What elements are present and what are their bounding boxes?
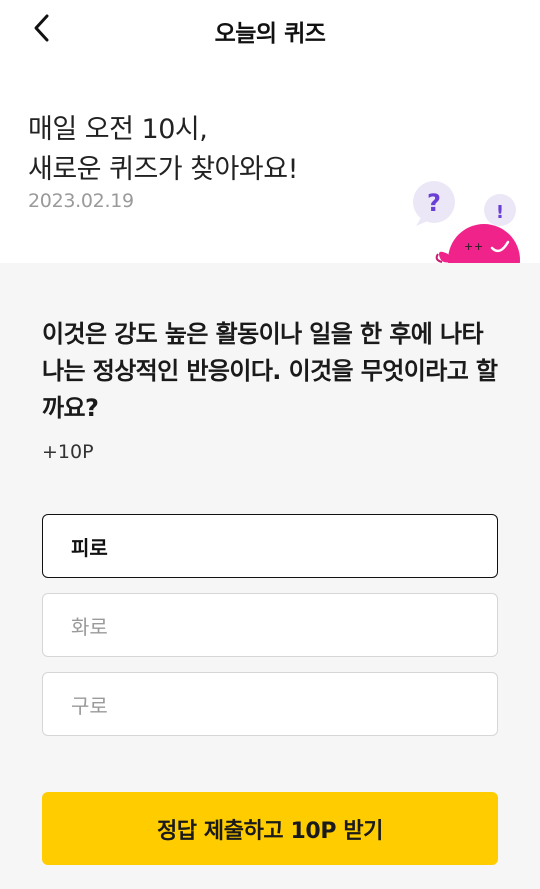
hero-title-line-2: 새로운 퀴즈가 찾아와요! bbox=[28, 154, 298, 185]
mascot-exclamation: ! bbox=[496, 202, 504, 223]
answer-option-1[interactable]: 피로 bbox=[42, 514, 498, 578]
app-header: 오늘의 퀴즈 bbox=[0, 0, 540, 58]
answer-option-label: 구로 bbox=[71, 693, 108, 718]
mascot-question-mark: ? bbox=[427, 189, 441, 217]
svg-text:+: + bbox=[474, 240, 483, 253]
quiz-question: 이것은 강도 높은 활동이나 일을 한 후에 나타나는 정상적인 반응이다. 이… bbox=[42, 320, 498, 422]
quiz-section: 이것은 강도 높은 활동이나 일을 한 후에 나타나는 정상적인 반응이다. 이… bbox=[0, 263, 540, 889]
page-title: 오늘의 퀴즈 bbox=[214, 21, 326, 47]
submit-answer-button[interactable]: 정답 제출하고 10P 받기 bbox=[42, 792, 498, 865]
quiz-date: 2023.02.19 bbox=[28, 190, 134, 212]
mascot-icon: ? ! + + bbox=[413, 181, 520, 263]
hero-title-line-1: 매일 오전 10시, bbox=[28, 114, 208, 145]
answer-option-2[interactable]: 화로 bbox=[42, 593, 498, 657]
answer-option-3[interactable]: 구로 bbox=[42, 672, 498, 736]
svg-text:+: + bbox=[464, 240, 473, 253]
answer-option-label: 화로 bbox=[71, 614, 108, 639]
mascot-illustration: ? ! + + bbox=[408, 176, 540, 263]
submit-answer-label: 정답 제출하고 10P 받기 bbox=[156, 818, 384, 844]
answer-option-label: 피로 bbox=[71, 535, 108, 560]
points-badge: +10P bbox=[42, 441, 94, 463]
hero-banner: 매일 오전 10시, 새로운 퀴즈가 찾아와요! 2023.02.19 ? ! … bbox=[0, 58, 540, 263]
hero-title: 매일 오전 10시, 새로운 퀴즈가 찾아와요! bbox=[28, 110, 298, 190]
